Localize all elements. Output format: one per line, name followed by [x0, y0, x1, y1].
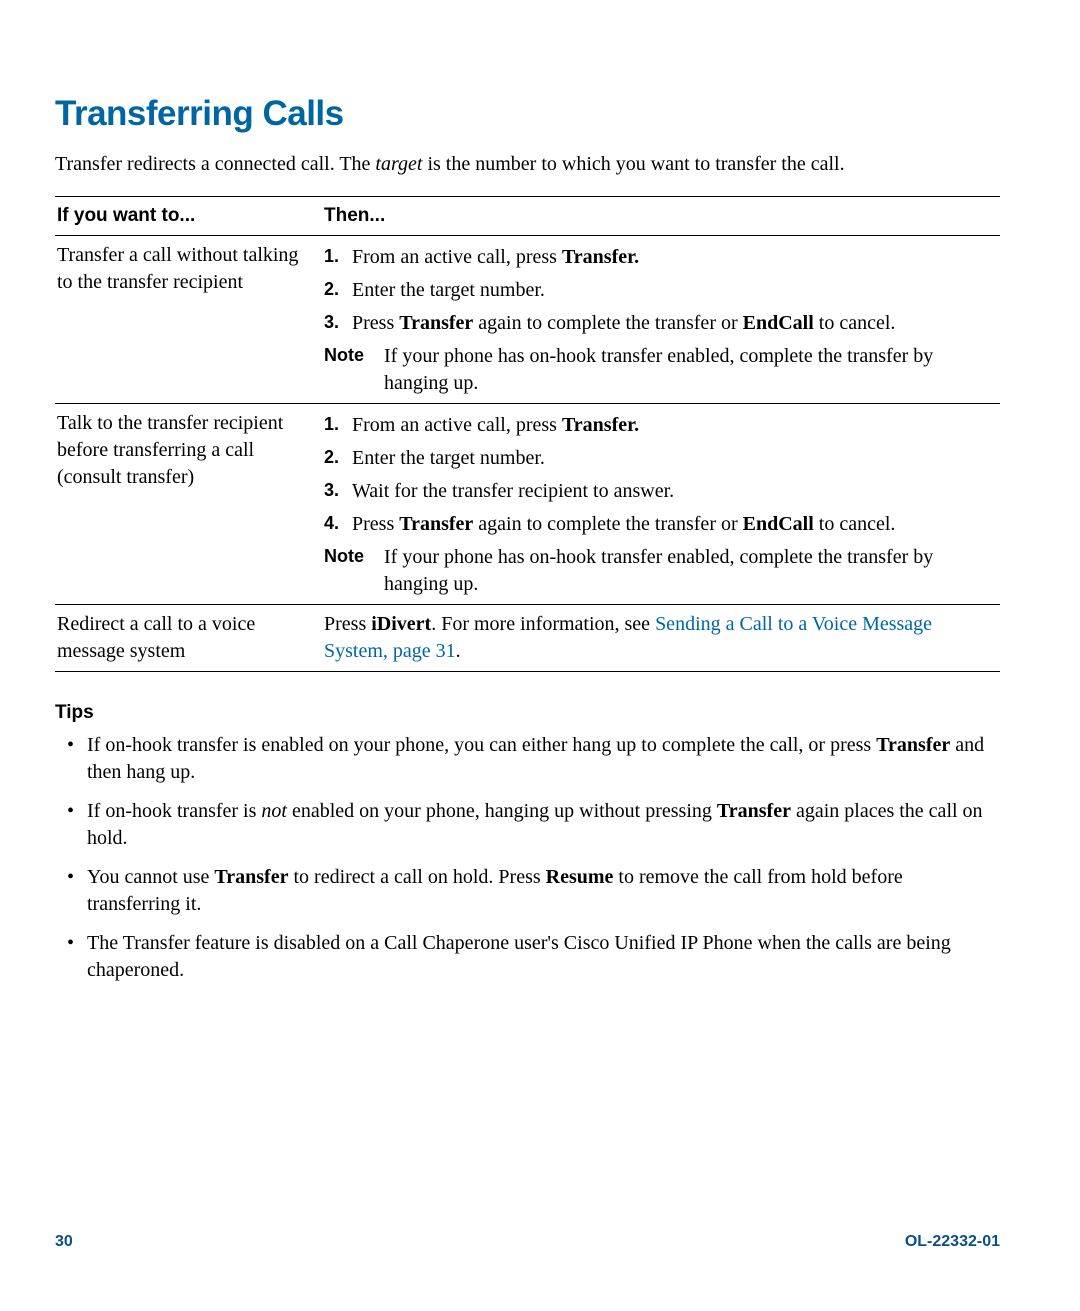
- instruction-table: If you want to... Then... Transfer a cal…: [55, 196, 1000, 672]
- page-footer: 30 OL-22332-01: [55, 1231, 1000, 1253]
- row3-then: Press iDivert. For more information, see…: [322, 604, 1000, 671]
- row1-steps: 1. From an active call, press Transfer. …: [324, 244, 990, 337]
- list-item: If on-hook transfer is enabled on your p…: [61, 732, 1000, 786]
- intro-emphasis: target: [375, 153, 422, 175]
- step-number: 2.: [324, 445, 352, 469]
- step-number: 3.: [324, 310, 352, 334]
- row2-note: Note If your phone has on-hook transfer …: [324, 544, 990, 598]
- column-header-then: Then...: [322, 197, 1000, 236]
- list-item: 4. Press Transfer again to complete the …: [324, 511, 990, 538]
- step-number: 1.: [324, 244, 352, 268]
- list-item: 3. Wait for the transfer recipient to an…: [324, 478, 990, 505]
- step-text: Press Transfer again to complete the tra…: [352, 310, 990, 337]
- table-row: Transfer a call without talking to the t…: [55, 235, 1000, 403]
- intro-pre: Transfer redirects a connected call. The: [55, 153, 375, 175]
- list-item: 3. Press Transfer again to complete the …: [324, 310, 990, 337]
- note-text: If your phone has on-hook transfer enabl…: [384, 343, 990, 397]
- step-text: Press Transfer again to complete the tra…: [352, 511, 990, 538]
- step-text: From an active call, press Transfer.: [352, 244, 990, 271]
- note-label: Note: [324, 544, 384, 568]
- step-text: From an active call, press Transfer.: [352, 412, 990, 439]
- step-number: 1.: [324, 412, 352, 436]
- list-item: 1. From an active call, press Transfer.: [324, 244, 990, 271]
- step-number: 3.: [324, 478, 352, 502]
- table-row: Redirect a call to a voice message syste…: [55, 604, 1000, 671]
- step-number: 4.: [324, 511, 352, 535]
- list-item: 2. Enter the target number.: [324, 277, 990, 304]
- list-item: If on-hook transfer is not enabled on yo…: [61, 798, 1000, 852]
- step-text: Wait for the transfer recipient to answe…: [352, 478, 990, 505]
- row2-steps: 1. From an active call, press Transfer. …: [324, 412, 990, 538]
- row3-if: Redirect a call to a voice message syste…: [55, 604, 322, 671]
- column-header-if: If you want to...: [55, 197, 322, 236]
- row1-if: Transfer a call without talking to the t…: [55, 235, 322, 403]
- table-row: Talk to the transfer recipient before tr…: [55, 403, 1000, 604]
- document-page: Transferring Calls Transfer redirects a …: [0, 0, 1080, 1311]
- page-number: 30: [55, 1231, 73, 1253]
- tips-list: If on-hook transfer is enabled on your p…: [61, 732, 1000, 984]
- tips-heading: Tips: [55, 700, 1000, 726]
- document-id: OL-22332-01: [905, 1231, 1000, 1253]
- intro-post: is the number to which you want to trans…: [422, 153, 844, 175]
- note-label: Note: [324, 343, 384, 367]
- list-item: You cannot use Transfer to redirect a ca…: [61, 864, 1000, 918]
- page-title: Transferring Calls: [55, 90, 1000, 137]
- row1-then: 1. From an active call, press Transfer. …: [322, 235, 1000, 403]
- list-item: 2. Enter the target number.: [324, 445, 990, 472]
- step-text: Enter the target number.: [352, 445, 990, 472]
- row1-note: Note If your phone has on-hook transfer …: [324, 343, 990, 397]
- list-item: The Transfer feature is disabled on a Ca…: [61, 930, 1000, 984]
- step-text: Enter the target number.: [352, 277, 990, 304]
- row2-if: Talk to the transfer recipient before tr…: [55, 403, 322, 604]
- list-item: 1. From an active call, press Transfer.: [324, 412, 990, 439]
- note-text: If your phone has on-hook transfer enabl…: [384, 544, 990, 598]
- row2-then: 1. From an active call, press Transfer. …: [322, 403, 1000, 604]
- step-number: 2.: [324, 277, 352, 301]
- intro-paragraph: Transfer redirects a connected call. The…: [55, 151, 1000, 178]
